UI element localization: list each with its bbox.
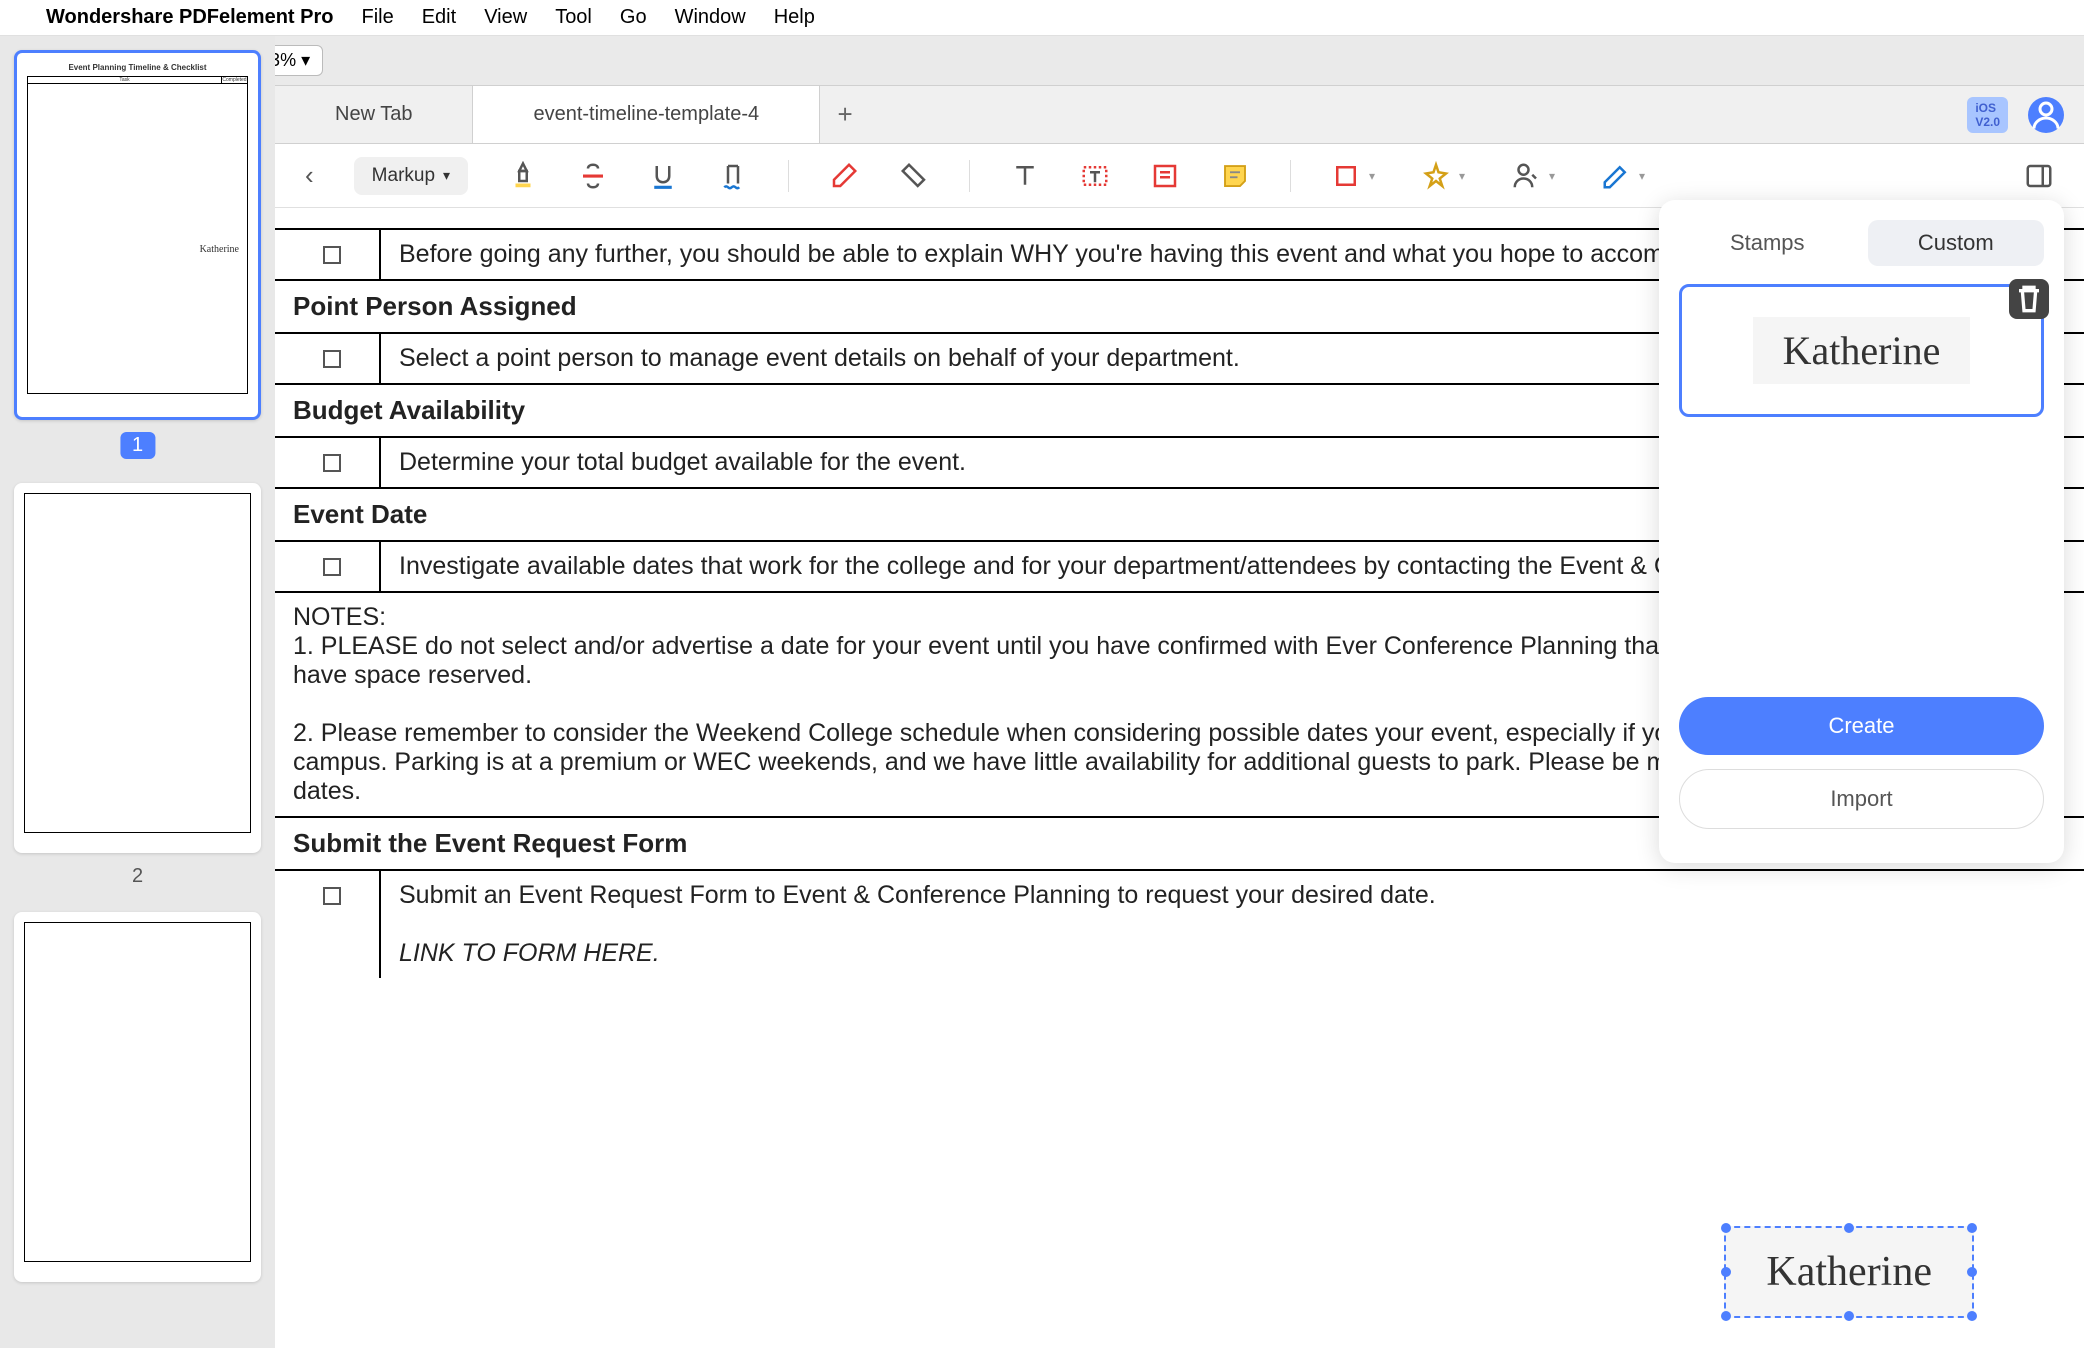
tab-document[interactable]: event-timeline-template-4 bbox=[473, 86, 820, 143]
checkbox[interactable] bbox=[323, 558, 341, 576]
squiggly-underline-icon[interactable] bbox=[718, 161, 748, 191]
delete-annotation-icon[interactable] bbox=[899, 161, 929, 191]
checkbox[interactable] bbox=[323, 246, 341, 264]
signature-icon[interactable]: ▾ bbox=[1511, 161, 1541, 191]
delete-signature-button[interactable] bbox=[2009, 279, 2049, 319]
back-button[interactable]: ‹ bbox=[305, 160, 314, 191]
menu-go[interactable]: Go bbox=[620, 6, 647, 29]
menu-tool[interactable]: Tool bbox=[555, 6, 592, 29]
document-tabs: New Tab event-timeline-template-4 + iOSV… bbox=[275, 86, 2084, 144]
page-thumbnail-2[interactable] bbox=[14, 483, 261, 853]
toolbar-divider bbox=[969, 160, 970, 192]
user-avatar[interactable] bbox=[2028, 97, 2064, 133]
task-text: Submit an Event Request Form to Event & … bbox=[380, 870, 2084, 978]
ios-badge[interactable]: iOSV2.0 bbox=[1967, 97, 2008, 133]
signature-text: Katherine bbox=[1766, 1248, 1932, 1296]
resize-handle[interactable] bbox=[1967, 1223, 1977, 1233]
eraser-icon[interactable] bbox=[829, 161, 859, 191]
add-tab-button[interactable]: + bbox=[820, 86, 870, 143]
app-name[interactable]: Wondershare PDFelement Pro bbox=[46, 6, 333, 29]
shape-icon[interactable]: ▾ bbox=[1331, 161, 1361, 191]
window-topbar: ▾ 143% ▾ bbox=[0, 36, 2084, 86]
macos-menubar: Wondershare PDFelement Pro File Edit Vie… bbox=[0, 0, 2084, 36]
markup-dropdown[interactable]: Markup▾ bbox=[354, 157, 468, 195]
checkbox[interactable] bbox=[323, 887, 341, 905]
resize-handle[interactable] bbox=[1721, 1223, 1731, 1233]
page-thumbnail-3[interactable] bbox=[14, 912, 261, 1282]
resize-handle[interactable] bbox=[1721, 1267, 1731, 1277]
panel-toggle-icon[interactable] bbox=[2024, 161, 2054, 191]
sticky-note-icon[interactable] bbox=[1220, 161, 1250, 191]
resize-handle[interactable] bbox=[1844, 1223, 1854, 1233]
menu-file[interactable]: File bbox=[361, 6, 393, 29]
checkbox[interactable] bbox=[323, 350, 341, 368]
page-number-1: 1 bbox=[120, 432, 155, 459]
menu-window[interactable]: Window bbox=[675, 6, 746, 29]
create-button[interactable]: Create bbox=[1679, 697, 2044, 755]
text-icon[interactable] bbox=[1010, 161, 1040, 191]
stamp-icon[interactable]: ▾ bbox=[1421, 161, 1451, 191]
signature-text: Katherine bbox=[1753, 317, 1971, 384]
tab-custom[interactable]: Custom bbox=[1868, 220, 2045, 266]
underline-icon[interactable] bbox=[648, 161, 678, 191]
menu-edit[interactable]: Edit bbox=[422, 6, 456, 29]
strikethrough-icon[interactable] bbox=[578, 161, 608, 191]
import-button[interactable]: Import bbox=[1679, 769, 2044, 829]
thumbnail-sidebar: Event Planning Timeline & Checklist Task… bbox=[0, 36, 275, 1348]
page-thumbnail-1[interactable]: Event Planning Timeline & Checklist Task… bbox=[14, 50, 261, 420]
resize-handle[interactable] bbox=[1967, 1267, 1977, 1277]
signature-preview[interactable]: Katherine bbox=[1679, 284, 2044, 417]
page-number-2: 2 bbox=[14, 865, 261, 888]
tab-stamps[interactable]: Stamps bbox=[1679, 220, 1856, 266]
toolbar-divider bbox=[788, 160, 789, 192]
menu-view[interactable]: View bbox=[484, 6, 527, 29]
toolbar-divider bbox=[1290, 160, 1291, 192]
note-icon[interactable] bbox=[1150, 161, 1180, 191]
menu-help[interactable]: Help bbox=[774, 6, 815, 29]
placed-signature[interactable]: Katherine bbox=[1724, 1226, 1974, 1318]
resize-handle[interactable] bbox=[1967, 1311, 1977, 1321]
highlight-icon[interactable] bbox=[508, 161, 538, 191]
markup-toolbar: ‹ Markup▾ ▾ ▾ ▾ ▾ bbox=[275, 144, 2084, 208]
stamps-panel: Stamps Custom Katherine Create Import bbox=[1659, 200, 2064, 863]
checkbox[interactable] bbox=[323, 454, 341, 472]
tab-new[interactable]: New Tab bbox=[275, 86, 473, 143]
text-box-icon[interactable] bbox=[1080, 161, 1110, 191]
pen-icon[interactable]: ▾ bbox=[1601, 161, 1631, 191]
